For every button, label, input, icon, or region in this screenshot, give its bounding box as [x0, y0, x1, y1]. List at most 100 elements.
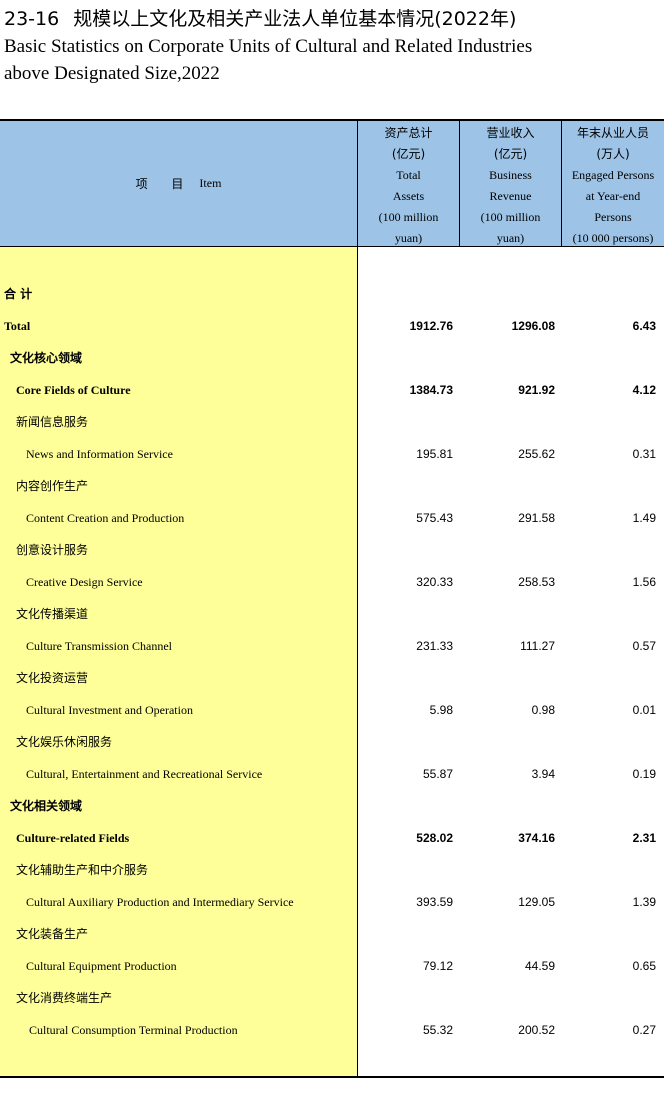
row-label: 文化装备生产	[16, 927, 89, 941]
col1-header-line: yuan)	[394, 231, 423, 245]
table-row: Content Creation and Production 575.43 291…	[0, 502, 664, 534]
row-label: 创意设计服务	[16, 543, 89, 557]
row-label: 文化投资运营	[16, 671, 89, 685]
col1-header-line: (亿元)	[391, 147, 426, 161]
row-label: Cultural Auxiliary Production and Interm…	[26, 895, 294, 909]
col3-header-line: (万人)	[596, 147, 630, 161]
row-value-v1: 1912.76	[409, 319, 453, 333]
item-column-header: 项 目 Item	[0, 121, 357, 246]
row-value-v2: 200.52	[518, 1023, 555, 1037]
col2-header-line: (亿元)	[493, 147, 528, 161]
table-row: 内容创作生产	[0, 470, 664, 502]
col-header-engaged-persons: 年末从业人员 (万人) Engaged Persons at Year-end …	[562, 121, 664, 246]
table-row: Cultural Equipment Production 79.12 44.59 0…	[0, 950, 664, 982]
table-row: 文化相关领域	[0, 790, 664, 822]
col1-header-line: 资产总计	[384, 126, 433, 140]
row-label: 文化传播渠道	[16, 607, 89, 621]
row-label: Content Creation and Production	[26, 511, 185, 525]
table-row: Total 1912.76 1296.08 6.43	[0, 310, 664, 342]
col3-header-line: Persons	[594, 210, 632, 224]
table-row: Creative Design Service 320.33 258.53 1.56	[0, 566, 664, 598]
row-value-v3: 0.65	[632, 959, 656, 973]
table-number: 23-16	[4, 8, 60, 30]
row-value-v3: 4.12	[632, 383, 656, 397]
row-value-v1: 1384.73	[409, 383, 453, 397]
row-value-v3: 1.39	[632, 895, 656, 909]
table-row: 新闻信息服务	[0, 406, 664, 438]
col1-header-line: Assets	[392, 189, 425, 203]
row-value-v3: 1.49	[632, 511, 656, 525]
row-value-v1: 393.59	[416, 895, 453, 909]
row-value-v2: 374.16	[518, 831, 555, 845]
col3-header-line: at Year-end	[585, 189, 641, 203]
row-value-v1: 528.02	[416, 831, 453, 845]
col2-header-line: Business	[489, 168, 532, 182]
table-row: Cultural Consumption Terminal Production…	[0, 1014, 664, 1046]
col2-header-line: Revenue	[489, 189, 532, 203]
row-value-v2: 0.98	[531, 703, 555, 717]
row-label: 文化核心领域	[10, 351, 83, 365]
row-value-v2: 258.53	[518, 575, 555, 589]
row-value-v1: 195.81	[416, 447, 453, 461]
row-label: Creative Design Service	[26, 575, 143, 589]
table-row: 创意设计服务	[0, 534, 664, 566]
row-label: Cultural Equipment Production	[26, 959, 177, 973]
row-value-v1: 575.43	[416, 511, 453, 525]
row-label: Core Fields of Culture	[16, 383, 131, 397]
col3-header-line: 年末从业人员	[576, 126, 649, 140]
table-row: Core Fields of Culture 1384.73 921.92 4.12	[0, 374, 664, 406]
col-header-total-assets: 资产总计 (亿元) Total Assets (100 million yuan…	[358, 121, 459, 246]
row-value-v3: 0.27	[632, 1023, 656, 1037]
row-label: Cultural, Entertainment and Recreational…	[26, 767, 263, 781]
col-header-business-revenue: 营业收入 (亿元) Business Revenue (100 million …	[460, 121, 561, 246]
row-value-v2: 44.59	[524, 959, 555, 973]
table-row: 文化投资运营	[0, 662, 664, 694]
row-label: Total	[4, 319, 31, 333]
row-label: 合 计	[4, 287, 33, 301]
col2-header-line: 营业收入	[486, 126, 535, 140]
row-value-v3: 0.31	[632, 447, 656, 461]
row-label: Cultural Investment and Operation	[26, 703, 193, 717]
row-label: 文化消费终端生产	[16, 991, 113, 1005]
col1-header-line: (100 million	[378, 210, 439, 224]
table-row: 文化消费终端生产	[0, 982, 664, 1014]
row-value-v3: 0.01	[632, 703, 656, 717]
row-value-v2: 1296.08	[511, 319, 555, 333]
row-value-v2: 255.62	[518, 447, 555, 461]
table-row: Culture-related Fields 528.02 374.16 2.31	[0, 822, 664, 854]
table-row: 文化核心领域	[0, 342, 664, 374]
row-value-v2: 921.92	[518, 383, 555, 397]
row-value-v3: 6.43	[632, 319, 656, 333]
item-header-cn: 项 目	[135, 177, 194, 191]
row-value-v1: 231.33	[416, 639, 453, 653]
row-value-v1: 320.33	[416, 575, 453, 589]
row-value-v1: 55.32	[422, 1023, 453, 1037]
col1-header-line: Total	[396, 168, 421, 182]
row-label: 文化相关领域	[10, 799, 83, 813]
col2-header-line: yuan)	[496, 231, 525, 245]
table-row: 文化娱乐休闲服务	[0, 726, 664, 758]
table-title-en-line2: above Designated Size,2022	[4, 63, 220, 84]
table-title-cn-text: 规模以上文化及相关产业法人单位基本情况(2022年)	[73, 8, 517, 30]
row-value-v2: 129.05	[518, 895, 555, 909]
row-label: 新闻信息服务	[16, 415, 89, 429]
table-row: 合 计	[0, 278, 664, 310]
row-label: Culture Transmission Channel	[26, 639, 173, 653]
table-row: Cultural Auxiliary Production and Interm…	[0, 886, 664, 918]
row-value-v3: 0.19	[632, 767, 656, 781]
row-value-v2: 3.94	[531, 767, 555, 781]
table-row: 文化传播渠道	[0, 598, 664, 630]
row-value-v3: 1.56	[632, 575, 656, 589]
row-value-v2: 111.27	[520, 639, 555, 653]
row-value-v3: 2.31	[632, 831, 656, 845]
table-title-en-line1: Basic Statistics on Corporate Units of C…	[4, 36, 533, 57]
table-title-cn: 23-16 规模以上文化及相关产业法人单位基本情况(2022年)	[4, 4, 516, 31]
row-value-v3: 0.57	[632, 639, 656, 653]
row-label: Cultural Consumption Terminal Production	[29, 1023, 238, 1037]
row-label: Culture-related Fields	[16, 831, 130, 845]
table-row: Cultural Investment and Operation 5.98 0.9…	[0, 694, 664, 726]
table-row: Culture Transmission Channel 231.33 111.27…	[0, 630, 664, 662]
row-value-v2: 291.58	[518, 511, 555, 525]
col2-header-line: (100 million	[480, 210, 541, 224]
row-label: 内容创作生产	[16, 479, 89, 493]
